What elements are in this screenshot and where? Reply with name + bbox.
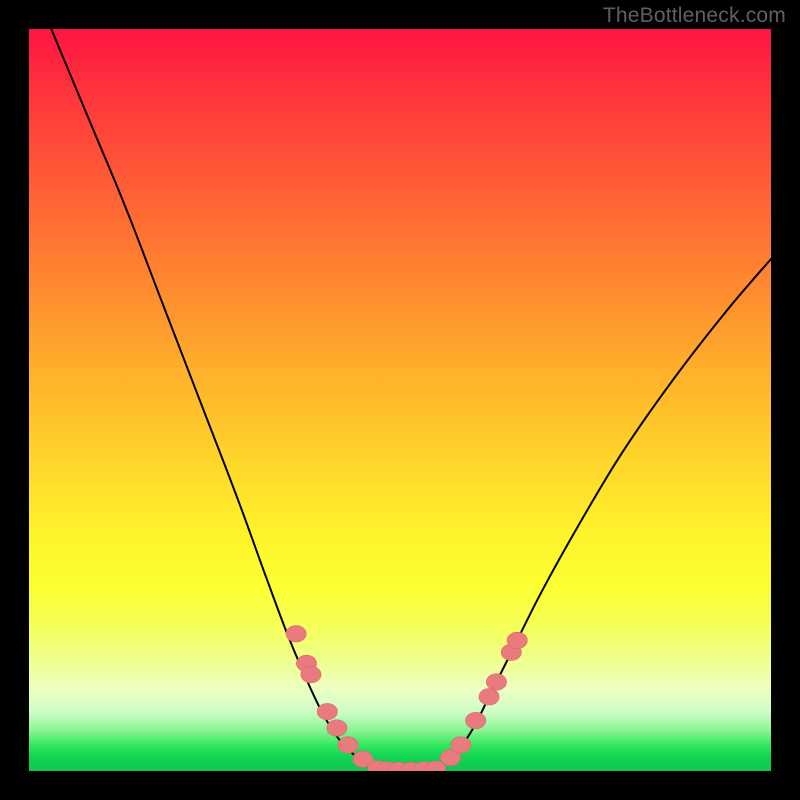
data-marker — [486, 674, 506, 690]
data-marker — [338, 737, 358, 753]
plot-area — [29, 29, 771, 771]
data-marker — [317, 703, 337, 719]
bottleneck-curve-svg — [29, 29, 771, 771]
data-marker — [327, 720, 347, 736]
data-marker — [479, 689, 499, 705]
data-marker — [286, 626, 306, 642]
data-marker — [466, 712, 486, 728]
data-marker — [301, 666, 321, 682]
watermark-text: TheBottleneck.com — [603, 4, 786, 28]
data-marker — [507, 632, 527, 648]
chart-frame: TheBottleneck.com — [0, 0, 800, 800]
curve-group — [51, 29, 771, 770]
marker-group — [286, 626, 527, 771]
data-marker — [451, 737, 471, 753]
bottleneck-curve — [51, 29, 771, 770]
